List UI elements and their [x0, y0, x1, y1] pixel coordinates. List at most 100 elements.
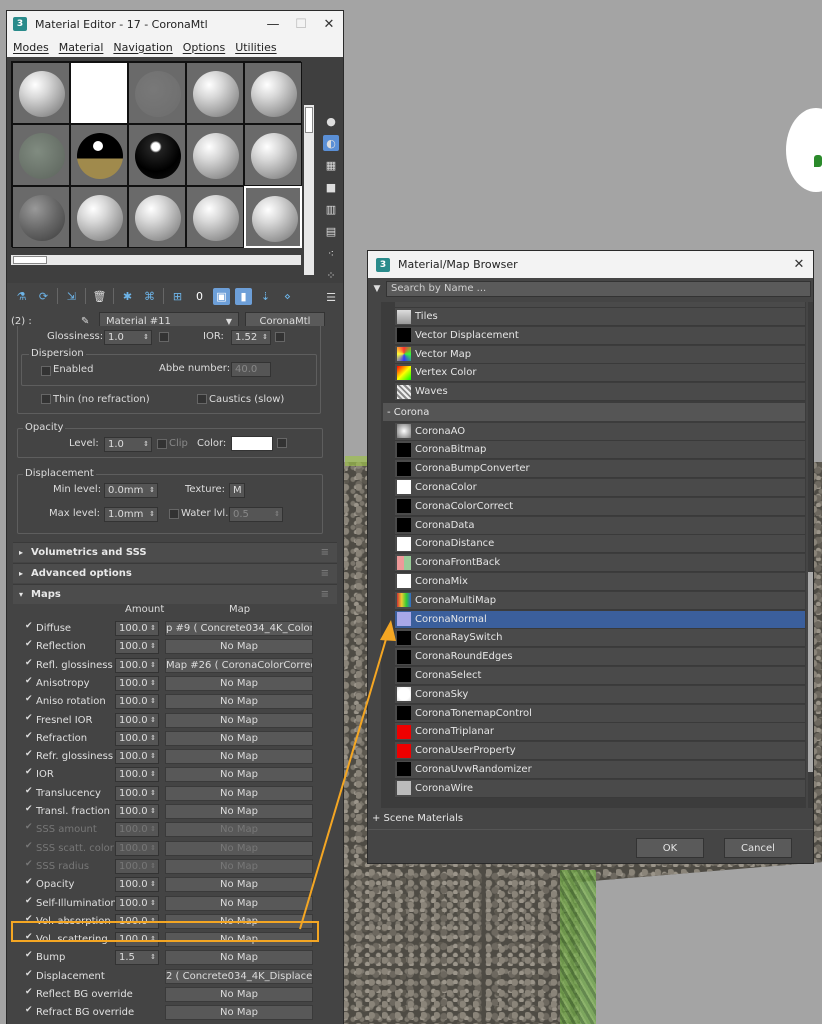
spinner-arrows-icon[interactable]: ⇕	[262, 331, 268, 344]
menu-material[interactable]: Material	[59, 41, 104, 54]
slots-vertical-scrollbar[interactable]	[304, 105, 314, 275]
browser-item[interactable]: Tiles	[395, 308, 805, 326]
browser-item[interactable]: CoronaAO	[395, 422, 805, 441]
browser-item[interactable]: CoronaTonemapControl	[395, 704, 805, 723]
map-enable-checkbox[interactable]	[25, 676, 34, 688]
map-assign-button[interactable]: No Map	[165, 639, 313, 655]
spinner-arrows-icon[interactable]: ⇕	[143, 331, 149, 344]
sample-slot[interactable]	[244, 124, 302, 186]
show-end-result-icon[interactable]: ▣	[213, 287, 230, 305]
map-enable-checkbox[interactable]	[25, 713, 34, 725]
sample-slot-active[interactable]	[244, 186, 302, 248]
opacity-level-spinner[interactable]: 1.0 ⇕	[104, 437, 152, 452]
dispersion-enabled-checkbox[interactable]	[41, 366, 51, 376]
min-level-spinner[interactable]: 0.0mm ⇕	[104, 483, 158, 498]
browser-item[interactable]: CoronaWire	[395, 779, 805, 798]
spinner-arrows-icon[interactable]: ⇕	[150, 787, 156, 800]
ior-spinner[interactable]: 1.52 ⇕	[231, 330, 271, 345]
sample-slot[interactable]	[70, 124, 128, 186]
browser-item[interactable]: CoronaRaySwitch	[395, 629, 805, 648]
browser-item[interactable]: CoronaColorCorrect	[395, 497, 805, 516]
map-assign-button[interactable]: No Map	[165, 840, 313, 856]
spinner-arrows-icon[interactable]: ⇕	[150, 842, 156, 855]
backlight-icon[interactable]: ◐	[323, 135, 339, 151]
browser-item[interactable]: CoronaFrontBack	[395, 554, 805, 573]
map-enable-checkbox[interactable]	[25, 749, 34, 761]
put-to-scene-icon[interactable]: ⟳	[35, 288, 52, 305]
map-amount-spinner[interactable]: 100.0 ⇕	[115, 822, 159, 838]
browser-item[interactable]: CoronaColor	[395, 478, 805, 497]
map-enable-checkbox[interactable]	[25, 822, 34, 834]
opacity-map-checkbox[interactable]	[277, 438, 287, 448]
spinner-arrows-icon[interactable]: ⇕	[150, 768, 156, 781]
abbe-number-spinner[interactable]: 40.0	[231, 362, 271, 377]
eyedropper-icon[interactable]: ✎	[81, 316, 93, 327]
map-amount-spinner[interactable]: 100.0 ⇕	[115, 767, 159, 783]
map-enable-checkbox[interactable]	[25, 1005, 34, 1017]
spinner-arrows-icon[interactable]: ⇕	[150, 732, 156, 745]
map-enable-checkbox[interactable]	[25, 639, 34, 651]
map-amount-spinner[interactable]: 100.0 ⇕	[115, 840, 159, 856]
glossiness-map-checkbox[interactable]	[159, 332, 169, 342]
minimize-icon[interactable]: —	[259, 17, 287, 32]
map-assign-button[interactable]: No Map	[165, 785, 313, 801]
map-assign-button[interactable]: No Map	[165, 950, 313, 966]
close-icon[interactable]: ✕	[315, 17, 343, 32]
browser-item[interactable]: CoronaSelect	[395, 666, 805, 685]
go-to-parent-icon[interactable]: ▮	[235, 287, 252, 305]
sample-slot[interactable]	[128, 62, 186, 124]
spinner-arrows-icon[interactable]: ⇕	[150, 677, 156, 690]
sample-slot[interactable]	[244, 62, 302, 124]
map-amount-spinner[interactable]: 100.0 ⇕	[115, 730, 159, 746]
browser-item[interactable]: CoronaMix	[395, 572, 805, 591]
scene-materials-group[interactable]: + Scene Materials	[372, 813, 463, 824]
map-amount-spinner[interactable]: 100.0 ⇕	[115, 895, 159, 911]
map-enable-checkbox[interactable]	[25, 658, 34, 670]
spinner-arrows-icon[interactable]: ⇕	[149, 484, 155, 497]
sample-uv-tiling-icon[interactable]: ■	[323, 179, 339, 195]
browser-item[interactable]: CoronaMultiMap	[395, 591, 805, 610]
browser-item[interactable]: CoronaSky	[395, 685, 805, 704]
spinner-arrows-icon[interactable]: ⇕	[150, 860, 156, 873]
opacity-clip-checkbox[interactable]	[157, 439, 167, 449]
map-assign-button[interactable]: p #9 ( Concrete034_4K_Color.pn	[165, 621, 313, 636]
map-enable-checkbox[interactable]	[25, 767, 34, 779]
map-amount-spinner[interactable]: 100.0 ⇕	[115, 712, 159, 728]
map-amount-spinner[interactable]: 100.0 ⇕	[115, 621, 159, 636]
browser-item[interactable]: Vector Displacement	[395, 326, 805, 345]
map-assign-button[interactable]: 2 ( Concrete034_4K_Displacemen	[165, 968, 313, 984]
map-amount-spinner[interactable]: 100.0 ⇕	[115, 804, 159, 819]
spinner-arrows-icon[interactable]: ⇕	[150, 659, 156, 672]
assign-to-selection-icon[interactable]: ⇲	[63, 288, 80, 305]
select-by-material-icon[interactable]: ⁘	[323, 267, 339, 283]
sample-slot[interactable]	[12, 124, 70, 186]
browser-item[interactable]: CoronaBitmap	[395, 441, 805, 460]
map-enable-checkbox[interactable]	[25, 859, 34, 871]
sample-slot[interactable]	[12, 186, 70, 248]
map-assign-button[interactable]: No Map	[165, 895, 313, 911]
map-assign-button[interactable]: No Map	[165, 712, 313, 728]
reset-map-icon[interactable]: 🗑	[91, 288, 108, 305]
map-amount-spinner[interactable]: 1.5 ⇕	[115, 950, 159, 966]
sample-slot[interactable]	[128, 186, 186, 248]
map-assign-button[interactable]: No Map	[165, 694, 313, 710]
map-amount-spinner[interactable]: 100.0 ⇕	[115, 749, 159, 765]
map-enable-checkbox[interactable]	[25, 969, 34, 981]
spinner-arrows-icon[interactable]: ⇕	[150, 805, 156, 818]
background-icon[interactable]: ▦	[323, 157, 339, 173]
map-assign-button[interactable]: No Map	[165, 730, 313, 746]
scrollbar-thumb[interactable]	[305, 107, 313, 133]
map-amount-spinner[interactable]: 100.0 ⇕	[115, 877, 159, 893]
browser-item-selected[interactable]: CoronaNormal	[395, 610, 805, 629]
browser-scrollbar[interactable]	[808, 302, 813, 808]
browser-item[interactable]: CoronaDistance	[395, 535, 805, 554]
spinner-arrows-icon[interactable]: ⇕	[150, 622, 156, 635]
map-enable-checkbox[interactable]	[25, 877, 34, 889]
sample-slot[interactable]	[70, 186, 128, 248]
map-amount-spinner[interactable]: 100.0 ⇕	[115, 785, 159, 801]
map-enable-checkbox[interactable]	[25, 804, 34, 816]
map-assign-button[interactable]: No Map	[165, 822, 313, 838]
options-menu-icon[interactable]: ▼	[368, 284, 386, 294]
get-material-icon[interactable]: ⚗	[13, 288, 30, 305]
rollout-maps[interactable]: ▾ Maps ≡	[13, 584, 337, 604]
